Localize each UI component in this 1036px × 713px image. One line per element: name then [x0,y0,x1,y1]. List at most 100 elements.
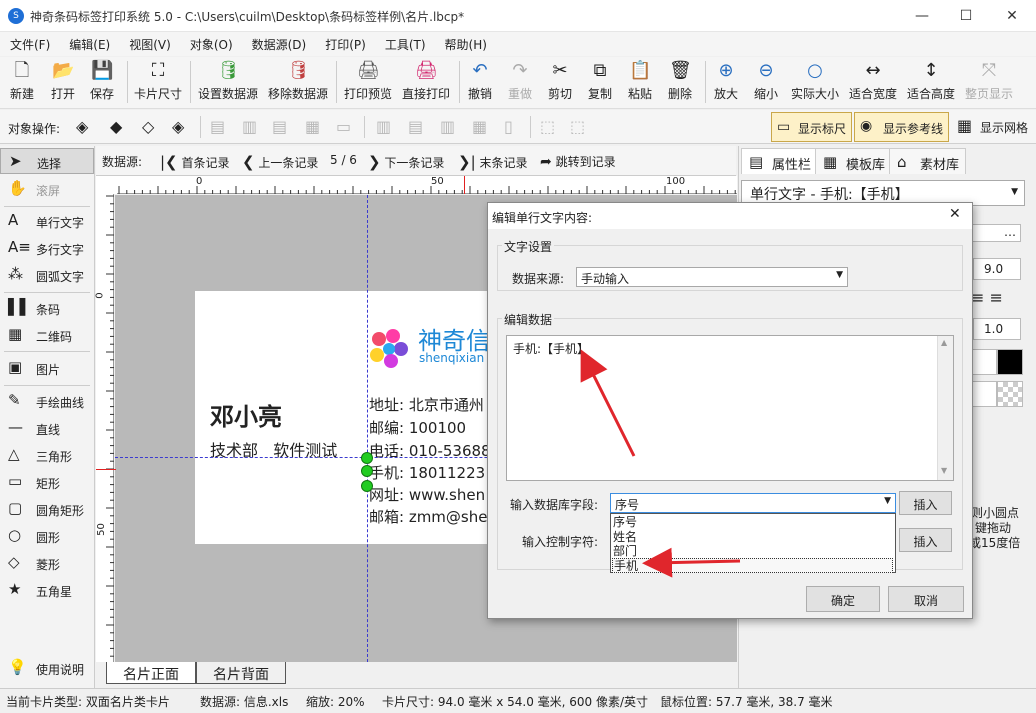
dropdown-option-serial[interactable]: 序号 [612,515,893,530]
card-size-button[interactable]: ⛶ 卡片尺寸 [134,60,182,102]
tool-circle[interactable]: ○ 圆形 [0,523,94,549]
last-record-button[interactable]: ❯| 末条记录 [458,153,527,171]
tool-single-text[interactable]: A 单行文字 [0,208,94,234]
align-left-icon[interactable]: ▤ [210,117,225,136]
jump-record-button[interactable]: ➦ 跳转到记录 [540,153,616,170]
text-color-swatch[interactable] [997,349,1023,375]
card-address[interactable]: 地址: 北京市通州 [369,394,484,415]
tool-star[interactable]: ★ 五角星 [0,577,94,603]
maximize-button[interactable]: ☐ [956,6,976,26]
tab-materials[interactable]: ⌂ 素材库 [889,148,967,174]
fit-page-button[interactable]: ⤧ 整页显示 [965,60,1013,102]
space-h-icon[interactable]: ▭ [336,117,351,136]
db-field-select[interactable]: 序号 ▼ [610,493,896,513]
tool-barcode[interactable]: ▌▌ 条码 [0,295,94,321]
dropdown-option-dept[interactable]: 部门 [612,544,893,559]
tool-arc-text[interactable]: ⁂ 圆弧文字 [0,262,94,288]
selection-handle-middle[interactable] [361,465,373,477]
actual-size-button[interactable]: ○ 实际大小 [791,60,839,102]
align-top-icon[interactable]: ▥ [376,117,391,136]
layer-up-icon[interactable]: ◆ [110,117,122,136]
card-mobile[interactable]: 手机: 18011223 [369,462,485,483]
distribute-v-icon[interactable]: ▦ [472,117,487,136]
new-button[interactable]: 🗋 新建 [10,60,34,102]
db-field-dropdown[interactable]: 序号 姓名 部门 手机 [610,513,896,573]
menu-tools[interactable]: 工具(T) [375,32,435,53]
selection-handle-top[interactable] [361,452,373,464]
ungroup-icon[interactable]: ⬚ [570,117,585,136]
align-justify-icon[interactable]: ≡ ≡ [971,288,1003,307]
fit-height-button[interactable]: ↕ 适合高度 [907,60,955,102]
menu-object[interactable]: 对象(O) [180,32,242,53]
set-datasource-button[interactable]: 🛢 设置数据源 [198,60,258,102]
menu-print[interactable]: 打印(P) [315,32,375,53]
vertical-guide-line[interactable] [367,195,368,662]
dialog-close-button[interactable]: ✕ [949,206,961,222]
align-bottom-icon[interactable]: ▥ [440,117,455,136]
tool-qrcode[interactable]: ▦ 二维码 [0,322,94,348]
menu-file[interactable]: 文件(F) [0,32,59,53]
show-ruler-toggle[interactable]: ▭ 显示标尺 [771,112,852,142]
direct-print-button[interactable]: 🖨 直接打印 [402,60,450,102]
card-website[interactable]: 网址: www.shen [369,484,485,505]
tab-templates[interactable]: ▦ 模板库 [815,148,893,174]
print-preview-button[interactable]: 🖨 打印预览 [344,60,392,102]
align-middle-icon[interactable]: ▤ [408,117,423,136]
card-email[interactable]: 邮箱: zmm@she [369,506,487,527]
bg-color-swatch[interactable] [971,349,997,375]
dropdown-option-mobile[interactable]: 手机 [612,558,893,573]
source-select[interactable]: 手动输入 ▼ [576,267,848,287]
align-center-icon[interactable]: ▥ [242,117,257,136]
edit-data-textarea[interactable]: 手机:【手机】 ▲ ▼ [506,335,954,481]
help-guide[interactable]: 💡 使用说明 [0,655,94,681]
layer-bottom-icon[interactable]: ◈ [172,117,184,136]
redo-button[interactable]: ↷ 重做 [508,60,532,102]
undo-button[interactable]: ↶ 撤销 [468,60,492,102]
tool-triangle[interactable]: △ 三角形 [0,442,94,468]
tool-rectangle[interactable]: ▭ 矩形 [0,469,94,495]
cut-button[interactable]: ✂ 剪切 [548,60,572,102]
insert-db-field-button[interactable]: 插入 [899,491,952,515]
distribute-h-icon[interactable]: ▦ [305,117,320,136]
fit-width-button[interactable]: ↔ 适合宽度 [849,60,897,102]
menu-datasource[interactable]: 数据源(D) [242,32,316,53]
cancel-button[interactable]: 取消 [888,586,964,612]
tab-properties[interactable]: ▤ 属性栏 [741,148,819,174]
tool-diamond[interactable]: ◇ 菱形 [0,550,94,576]
group-icon[interactable]: ⬚ [540,117,555,136]
close-button[interactable]: ✕ [1002,6,1022,26]
insert-control-char-button[interactable]: 插入 [899,528,952,552]
more-button[interactable]: … [971,224,1021,242]
font-size-spinner[interactable]: 9.0 [973,258,1021,280]
card-zip[interactable]: 邮编: 100100 [369,417,466,438]
textarea-scrollbar[interactable]: ▲ ▼ [937,336,953,480]
layer-top-icon[interactable]: ◈ [76,117,88,136]
layer-down-icon[interactable]: ◇ [142,117,154,136]
zoom-in-button[interactable]: ⊕ 放大 [714,60,738,102]
line-spacing-spinner[interactable]: 1.0 [973,318,1021,340]
copy-button[interactable]: ⧉ 复制 [588,60,612,102]
selection-handle-bottom[interactable] [361,480,373,492]
card-name[interactable]: 邓小亮 [210,397,282,432]
transparent-swatch[interactable] [997,381,1023,407]
tool-multi-text[interactable]: A≡ 多行文字 [0,235,94,261]
space-v-icon[interactable]: ▯ [504,117,513,136]
remove-datasource-button[interactable]: 🛢 移除数据源 [268,60,328,102]
tool-rounded-rect[interactable]: ▢ 圆角矩形 [0,496,94,522]
delete-button[interactable]: 🗑 删除 [668,60,692,102]
tool-scroll[interactable]: ✋ 滚屏 [0,176,94,202]
menu-view[interactable]: 视图(V) [119,32,180,53]
align-right-icon[interactable]: ▤ [272,117,287,136]
dropdown-option-name[interactable]: 姓名 [612,530,893,545]
fill-color-swatch[interactable] [971,381,997,407]
tool-image[interactable]: ▣ 图片 [0,355,94,381]
ok-button[interactable]: 确定 [806,586,880,612]
tool-line[interactable]: — 直线 [0,415,94,441]
tool-select[interactable]: ➤ 选择 [0,148,94,174]
menu-help[interactable]: 帮助(H) [435,32,496,53]
open-button[interactable]: 📂 打开 [51,60,75,102]
zoom-out-button[interactable]: ⊖ 缩小 [754,60,778,102]
menu-edit[interactable]: 编辑(E) [59,32,119,53]
show-guides-toggle[interactable]: ◉ 显示参考线 [854,112,949,142]
tab-card-back[interactable]: 名片背面 [196,662,286,684]
